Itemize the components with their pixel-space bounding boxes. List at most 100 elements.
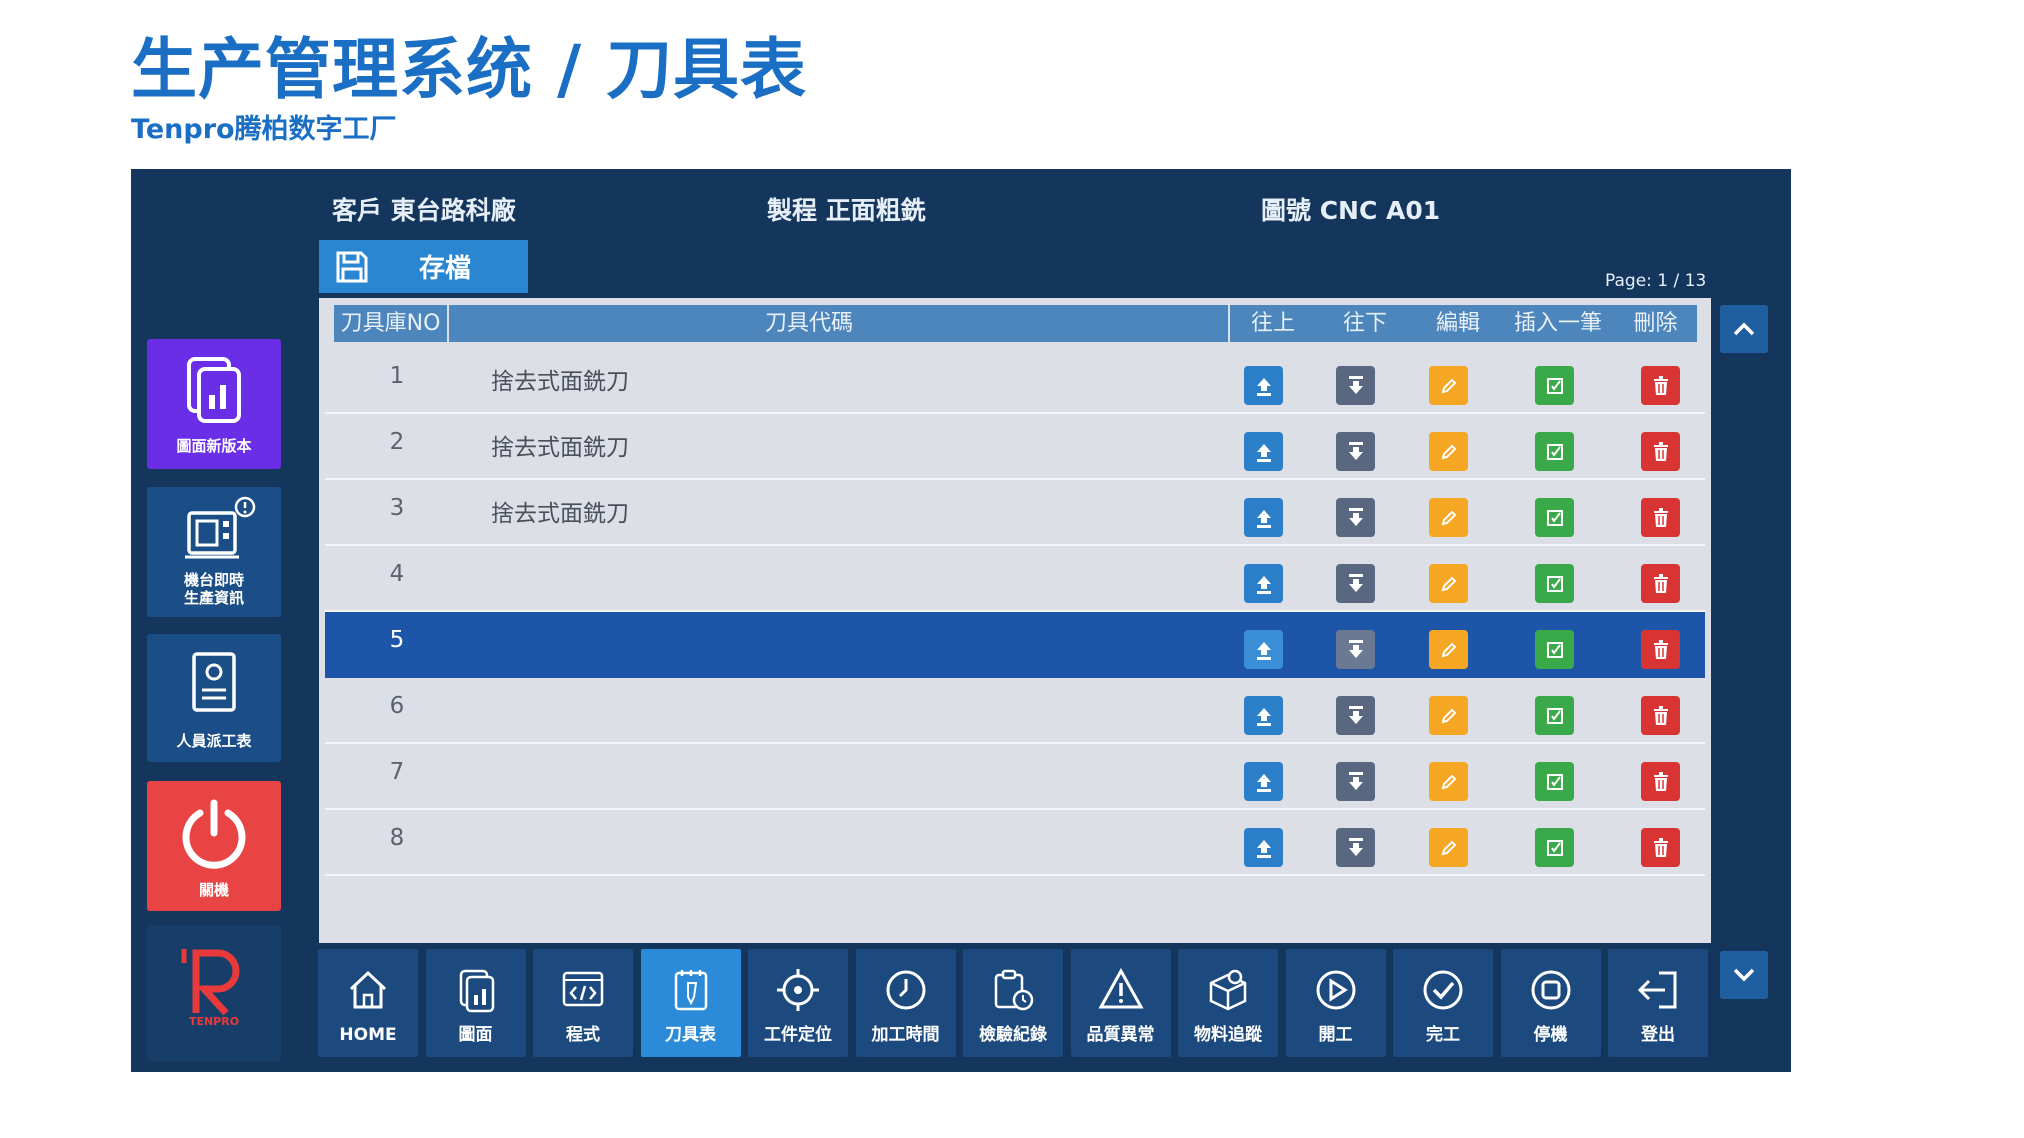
sidebar-item-drawing-version[interactable]: 圖面新版本 bbox=[147, 339, 281, 469]
move-up-button[interactable] bbox=[1244, 498, 1283, 537]
move-up-button[interactable] bbox=[1244, 828, 1283, 867]
col-tool-code: 刀具代碼 bbox=[764, 311, 853, 336]
insert-button[interactable] bbox=[1535, 564, 1574, 603]
move-down-button[interactable] bbox=[1336, 696, 1375, 735]
delete-button[interactable] bbox=[1641, 498, 1680, 537]
move-up-button[interactable] bbox=[1244, 564, 1283, 603]
edit-button[interactable] bbox=[1429, 762, 1468, 801]
insert-icon bbox=[1546, 575, 1563, 592]
move-down-button[interactable] bbox=[1336, 564, 1375, 603]
move-down-button[interactable] bbox=[1336, 432, 1375, 471]
delete-button[interactable] bbox=[1641, 828, 1680, 867]
edit-button[interactable] bbox=[1429, 432, 1468, 471]
toolbar-button-target[interactable]: 工件定位 bbox=[748, 949, 848, 1057]
insert-icon bbox=[1546, 641, 1563, 658]
tool-no: 3 bbox=[389, 495, 405, 521]
insert-icon bbox=[1546, 707, 1563, 724]
move-up-button[interactable] bbox=[1244, 630, 1283, 669]
clock-icon bbox=[886, 970, 925, 1010]
scroll-down-button[interactable] bbox=[1720, 951, 1768, 999]
move-down-button[interactable] bbox=[1336, 498, 1375, 537]
bottom-toolbar: HOME 圖面 程式 刀具表 工件定位 加工時間 檢驗紀錄 品質異常 物料追蹤 開工 完工 停機 登出 bbox=[318, 949, 1712, 1059]
insert-button[interactable] bbox=[1535, 828, 1574, 867]
insert-button[interactable] bbox=[1535, 630, 1574, 669]
delete-button[interactable] bbox=[1641, 432, 1680, 471]
target-icon bbox=[777, 969, 819, 1011]
trash-icon bbox=[1653, 771, 1668, 791]
trash-icon bbox=[1653, 837, 1668, 857]
delete-button[interactable] bbox=[1641, 366, 1680, 405]
toolbar-button-inspection[interactable]: 檢驗紀錄 bbox=[963, 949, 1063, 1057]
move-up-icon bbox=[1256, 641, 1271, 660]
table-row[interactable]: 3 捨去式面銑刀 bbox=[325, 480, 1705, 546]
move-up-button[interactable] bbox=[1244, 762, 1283, 801]
delete-button[interactable] bbox=[1641, 564, 1680, 603]
warning-icon bbox=[1097, 967, 1144, 1009]
move-up-button[interactable] bbox=[1244, 696, 1283, 735]
edit-button[interactable] bbox=[1429, 564, 1468, 603]
edit-button[interactable] bbox=[1429, 498, 1468, 537]
trash-icon bbox=[1653, 507, 1668, 527]
sidebar-item-machine-info[interactable]: 機台即時 生產資訊 bbox=[147, 487, 281, 617]
tool-code: 捨去式面銑刀 bbox=[491, 369, 629, 395]
edit-icon bbox=[1441, 840, 1456, 855]
toolbar-button-warning[interactable]: 品質異常 bbox=[1070, 949, 1171, 1057]
table-row[interactable]: 8 bbox=[325, 810, 1705, 876]
edit-button[interactable] bbox=[1429, 366, 1468, 405]
sidebar-item-label-line1: 機台即時 bbox=[183, 571, 244, 589]
table-row[interactable]: 4 bbox=[325, 546, 1705, 612]
toolbar-button-play[interactable]: 開工 bbox=[1285, 949, 1386, 1057]
insert-button[interactable] bbox=[1535, 762, 1574, 801]
toolbar-button-label: 物料追蹤 bbox=[1194, 1025, 1262, 1045]
tool-no: 4 bbox=[389, 561, 405, 587]
toolbar-button-label: 登出 bbox=[1641, 1025, 1675, 1045]
table-row[interactable]: 2 捨去式面銑刀 bbox=[325, 414, 1705, 480]
edit-button[interactable] bbox=[1429, 696, 1468, 735]
delete-button[interactable] bbox=[1641, 762, 1680, 801]
insert-icon bbox=[1546, 509, 1563, 526]
tool-no: 1 bbox=[389, 363, 405, 389]
move-down-button[interactable] bbox=[1336, 762, 1375, 801]
toolbar-button-stop[interactable]: 停機 bbox=[1500, 949, 1601, 1057]
sidebar-item-power-off[interactable]: 關機 bbox=[147, 781, 281, 911]
insert-button[interactable] bbox=[1535, 366, 1574, 405]
tool-no: 6 bbox=[389, 693, 405, 719]
insert-button[interactable] bbox=[1535, 696, 1574, 735]
table-row[interactable]: 1 捨去式面銑刀 bbox=[325, 348, 1705, 414]
save-button[interactable]: 存檔 bbox=[319, 240, 528, 293]
edit-icon bbox=[1441, 576, 1456, 591]
trash-icon bbox=[1653, 375, 1668, 395]
delete-button[interactable] bbox=[1641, 630, 1680, 669]
move-up-button[interactable] bbox=[1244, 432, 1283, 471]
sidebar-item-dispatch-sheet[interactable]: 人員派工表 bbox=[147, 634, 281, 762]
toolbar-button-code[interactable]: 程式 bbox=[533, 949, 633, 1057]
move-down-icon bbox=[1348, 507, 1363, 526]
table-row[interactable]: 6 bbox=[325, 678, 1705, 744]
move-up-button[interactable] bbox=[1244, 366, 1283, 405]
insert-button[interactable] bbox=[1535, 432, 1574, 471]
table-row[interactable]: 7 bbox=[325, 744, 1705, 810]
toolbar-button-drawing[interactable]: 圖面 bbox=[425, 949, 526, 1057]
power-icon bbox=[182, 799, 246, 869]
move-down-button[interactable] bbox=[1336, 630, 1375, 669]
edit-button[interactable] bbox=[1429, 630, 1468, 669]
toolbar-button-tool-list[interactable]: 刀具表 bbox=[640, 949, 741, 1057]
toolbar-button-home[interactable]: HOME bbox=[318, 949, 418, 1057]
table-row[interactable]: 5 bbox=[325, 612, 1705, 678]
edit-button[interactable] bbox=[1429, 828, 1468, 867]
insert-button[interactable] bbox=[1535, 498, 1574, 537]
toolbar-button-check[interactable]: 完工 bbox=[1393, 949, 1493, 1057]
toolbar-button-logout[interactable]: 登出 bbox=[1608, 949, 1708, 1057]
move-down-icon bbox=[1348, 573, 1363, 592]
scroll-up-button[interactable] bbox=[1720, 305, 1768, 353]
drawing-version-icon bbox=[187, 357, 241, 423]
page-title: 生产管理系统 / 刀具表 bbox=[131, 31, 808, 108]
toolbar-button-material[interactable]: 物料追蹤 bbox=[1178, 949, 1278, 1057]
tenpro-logo-mark bbox=[181, 949, 240, 1016]
move-down-button[interactable] bbox=[1336, 828, 1375, 867]
toolbar-button-label: 加工時間 bbox=[871, 1025, 940, 1045]
delete-button[interactable] bbox=[1641, 696, 1680, 735]
toolbar-button-clock[interactable]: 加工時間 bbox=[855, 949, 956, 1057]
edit-icon bbox=[1441, 444, 1456, 459]
move-down-button[interactable] bbox=[1336, 366, 1375, 405]
